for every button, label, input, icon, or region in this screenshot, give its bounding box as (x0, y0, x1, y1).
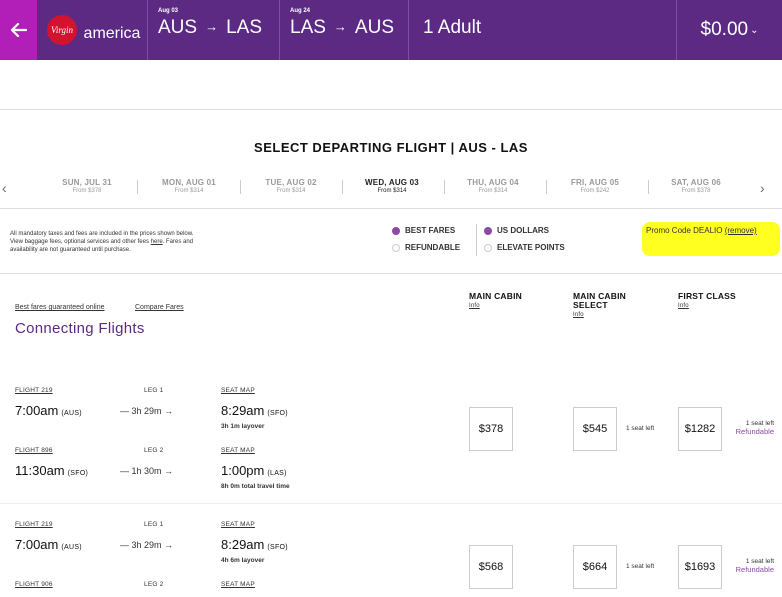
flight-number-link[interactable]: FLIGHT 219 (15, 387, 53, 394)
divider (137, 180, 138, 194)
header-bar: Virgin america Aug 03 AUS → LAS Aug 24 LAS… (0, 0, 782, 60)
route-arrow-icon: → (205, 19, 219, 34)
flight-duration: — 3h 29m → (120, 406, 174, 416)
us-dollars-radio[interactable]: US DOLLARS (484, 226, 549, 235)
next-dates-chevron-icon[interactable]: › (760, 180, 765, 196)
passenger-count[interactable]: 1 Adult (408, 0, 676, 60)
first-class-fare-button[interactable]: $1693 (678, 545, 722, 589)
inbound-date: Aug 24 (290, 8, 311, 14)
baggage-fees-link[interactable]: here (151, 239, 163, 245)
column-main-cabin-select: MAIN CABIN SELECT Info (573, 291, 626, 320)
first-seats-info: 1 seat left Refundable (728, 420, 774, 436)
seat-map-link[interactable]: SEAT MAP (221, 581, 255, 588)
arrival-time: 1:00pm (LAS) (221, 463, 287, 478)
fare-disclaimer: All mandatory taxes and fees are include… (10, 231, 194, 253)
page-title: SELECT DEPARTING FLIGHT | AUS - LAS (254, 140, 528, 155)
date-option[interactable]: MON, AUG 01 From $314 (139, 178, 239, 194)
departure-time: 7:00am (AUS) (15, 403, 82, 418)
flight-number-link[interactable]: FLIGHT 219 (15, 521, 53, 528)
elevate-points-radio[interactable]: ELEVATE POINTS (484, 243, 565, 252)
outbound-date: Aug 03 (158, 8, 179, 14)
divider (0, 109, 782, 110)
leg-label: LEG 2 (144, 581, 164, 588)
column-main-cabin: MAIN CABIN Info (469, 291, 522, 311)
main-cabin-select-fare-button[interactable]: $664 (573, 545, 617, 589)
arrival-time: 8:29am (SFO) (221, 403, 288, 418)
seats-left: 1 seat left (626, 425, 655, 432)
total-travel-time: 8h 0m total travel time (221, 483, 290, 490)
radio-empty-icon (392, 243, 400, 252)
date-option[interactable]: TUE, AUG 02 From $314 (241, 178, 341, 194)
outbound-leg-summary[interactable]: Aug 03 AUS → LAS (147, 0, 279, 60)
layover-info: 3h 1m layover (221, 423, 265, 430)
radio-empty-icon (484, 243, 492, 252)
flight-number-link[interactable]: FLIGHT 896 (15, 447, 53, 454)
flight-duration: — 1h 30m → (120, 466, 174, 476)
main-cabin-fare-button[interactable]: $378 (469, 407, 513, 451)
leg-label: LEG 2 (144, 447, 164, 454)
seat-map-link[interactable]: SEAT MAP (221, 447, 255, 454)
main-cabin-fare-button[interactable]: $568 (469, 545, 513, 589)
refundable-radio[interactable]: REFUNDABLE (392, 243, 460, 252)
column-first-class: FIRST CLASS Info (678, 291, 736, 311)
divider (0, 208, 782, 209)
date-option-selected[interactable]: WED, AUG 03 From $314 (342, 178, 442, 194)
divider (0, 273, 782, 274)
date-option[interactable]: SAT, AUG 06 From $378 (646, 178, 746, 194)
arrow-left-icon (10, 23, 27, 37)
inbound-leg-summary[interactable]: Aug 24 LAS → AUS (279, 0, 408, 60)
virgin-america-logo[interactable]: Virgin america (37, 0, 147, 60)
compare-fares-link[interactable]: Compare Fares (135, 304, 184, 311)
seat-map-link[interactable]: SEAT MAP (221, 387, 255, 394)
arrival-time: 8:29am (SFO) (221, 537, 288, 552)
chevron-down-icon: ⌄ (750, 24, 759, 36)
first-seats-info: 1 seat left Refundable (728, 558, 774, 574)
flight-number-link[interactable]: FLIGHT 906 (15, 581, 53, 588)
seat-map-link[interactable]: SEAT MAP (221, 521, 255, 528)
promo-code-badge: Promo Code DEALIO (remove) (642, 222, 780, 256)
leg-label: LEG 1 (144, 387, 164, 394)
flight-duration: — 3h 29m → (120, 540, 174, 550)
best-fares-radio[interactable]: BEST FARES (392, 226, 455, 235)
total-price: $0.00 (700, 19, 749, 40)
first-class-info-link[interactable]: Info (678, 302, 736, 311)
refundable-label: Refundable (735, 427, 774, 436)
departure-time: 7:00am (AUS) (15, 537, 82, 552)
main-cabin-info-link[interactable]: Info (469, 302, 522, 311)
layover-info: 4h 6m layover (221, 557, 265, 564)
best-fares-guaranteed-link[interactable]: Best fares guaranteed online (15, 304, 105, 311)
inbound-route: LAS → AUS (290, 17, 394, 38)
date-option[interactable]: THU, AUG 04 From $314 (443, 178, 543, 194)
back-button[interactable] (0, 0, 37, 60)
outbound-route: AUS → LAS (158, 17, 262, 38)
date-option[interactable]: FRI, AUG 05 From $242 (545, 178, 645, 194)
seats-left: 1 seat left (626, 563, 655, 570)
section-title: Connecting Flights (15, 320, 145, 337)
main-cabin-select-fare-button[interactable]: $545 (573, 407, 617, 451)
divider (0, 503, 782, 504)
logo-text: america (83, 25, 141, 42)
date-option[interactable]: SUN, JUL 31 From $378 (37, 178, 137, 194)
refundable-label: Refundable (735, 565, 774, 574)
radio-selected-icon (484, 226, 492, 235)
route-arrow-icon: → (333, 19, 347, 34)
radio-selected-icon (392, 226, 400, 235)
first-class-fare-button[interactable]: $1282 (678, 407, 722, 451)
leg-label: LEG 1 (144, 521, 164, 528)
prev-dates-chevron-icon[interactable]: ‹ (2, 180, 7, 196)
remove-promo-link[interactable]: (remove) (725, 226, 757, 235)
main-cabin-select-info-link[interactable]: Info (573, 311, 626, 320)
total-price-button[interactable]: $0.00 ⌄ (676, 0, 782, 60)
departure-time: 11:30am (SFO) (15, 463, 89, 478)
virgin-logo-mark: Virgin (46, 15, 77, 45)
svg-text:Virgin: Virgin (51, 25, 73, 35)
divider (476, 224, 477, 256)
